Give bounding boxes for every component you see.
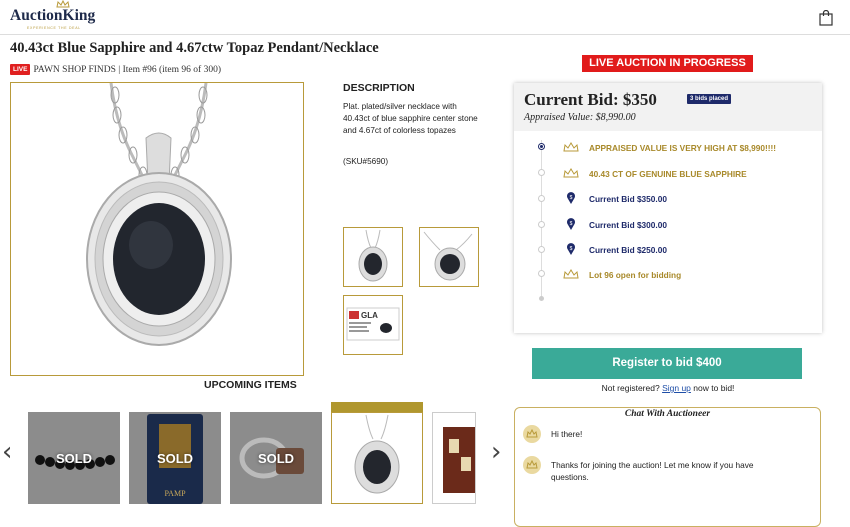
event-text-2: 40.43 CT OF GENUINE BLUE SAPPHIRE [589, 169, 747, 179]
timeline-end [539, 296, 544, 301]
live-badge: LIVE [10, 64, 31, 75]
signup-prompt: Not registered? Sign up now to bid! [514, 383, 822, 393]
thumbnail-2[interactable] [419, 227, 479, 287]
upcoming-item-5[interactable] [432, 412, 476, 504]
timeline-dot [538, 195, 545, 202]
sold-label: SOLD [156, 450, 194, 466]
event-text-6: Lot 96 open for bidding [589, 270, 682, 280]
bid-pin-icon: $ [567, 192, 575, 204]
upcoming-item-1[interactable]: SOLD [28, 412, 120, 504]
sold-label: SOLD [55, 450, 93, 466]
upcoming-item-3[interactable]: SOLD [230, 412, 322, 504]
event-text-5: Current Bid $250.00 [589, 245, 667, 255]
shopping-bag-icon[interactable] [819, 10, 833, 26]
live-auction-banner: LIVE AUCTION IN PROGRESS [582, 55, 753, 72]
chat-message-2: Thanks for joining the auction! Let me k… [551, 460, 754, 482]
svg-text:$: $ [570, 195, 573, 201]
not-registered-text: Not registered? [601, 383, 660, 393]
item-meta-text: PAWN SHOP FINDS | Item #96 (item 96 of 3… [33, 64, 221, 75]
event-text-1: APPRAISED VALUE IS VERY HIGH AT $8,990!!… [589, 143, 777, 153]
pendant-illustration [86, 83, 232, 346]
appraised-value: Appraised Value: $8,990.00 [524, 112, 636, 123]
pendant-image [354, 414, 400, 494]
main-product-image[interactable] [10, 82, 304, 376]
description-text: Plat. plated/silver necklace with 40.43c… [343, 102, 478, 135]
timeline-dot [538, 169, 545, 176]
event-text-4: Current Bid $300.00 [589, 220, 667, 230]
crown-icon [526, 428, 538, 438]
sku-text: (SKU#5690) [343, 157, 389, 166]
not-registered-tail: now to bid! [693, 383, 735, 393]
timeline-dot-active [538, 143, 545, 150]
bid-pin-icon: $ [567, 243, 575, 255]
svg-text:$: $ [570, 246, 573, 252]
timeline-dot [538, 246, 545, 253]
chevron-right-icon[interactable]: › [491, 437, 501, 467]
timeline-dot [538, 221, 545, 228]
thumbnail-certificate[interactable]: GLA [343, 295, 403, 355]
crown-icon [563, 269, 579, 279]
logo[interactable]: AuctionKing EXPERIENCE THE DEAL [10, 0, 110, 32]
sign-up-link[interactable]: Sign up [662, 383, 691, 393]
description-heading: DESCRIPTION [343, 82, 415, 94]
logo-text: AuctionKing [10, 7, 96, 24]
chat-title: Chat With Auctioneer [624, 409, 711, 419]
crown-icon [563, 168, 579, 178]
crown-icon [526, 459, 538, 469]
chevron-left-icon[interactable]: ‹ [2, 437, 12, 467]
timeline-dot [538, 270, 545, 277]
upcoming-items-heading: UPCOMING ITEMS [204, 379, 297, 391]
current-bid: Current Bid: $350 [524, 90, 657, 109]
painting-image [443, 427, 475, 493]
thumbnail-1[interactable] [343, 227, 403, 287]
sold-label: SOLD [257, 450, 295, 466]
register-to-bid-button[interactable]: Register to bid $400 [532, 348, 802, 379]
svg-text:$: $ [570, 221, 573, 227]
bid-pin-icon: $ [567, 218, 575, 230]
chat-message-1: Hi there! [551, 429, 583, 439]
upcoming-item-2[interactable]: PAMP SOLD [129, 412, 221, 504]
item-meta: LIVE PAWN SHOP FINDS | Item #96 (item 96… [10, 64, 221, 75]
upcoming-item-current[interactable] [331, 412, 423, 504]
event-text-3: Current Bid $350.00 [589, 194, 667, 204]
crown-icon [563, 142, 579, 152]
auctioneer-avatar [523, 456, 541, 474]
svg-text:GLA: GLA [361, 311, 378, 320]
bids-placed-badge: 3 bids placed [687, 94, 732, 104]
logo-tagline: EXPERIENCE THE DEAL [27, 26, 81, 30]
header-divider [0, 34, 850, 35]
item-title: 40.43ct Blue Sapphire and 4.67ctw Topaz … [10, 40, 379, 56]
auctioneer-avatar [523, 425, 541, 443]
